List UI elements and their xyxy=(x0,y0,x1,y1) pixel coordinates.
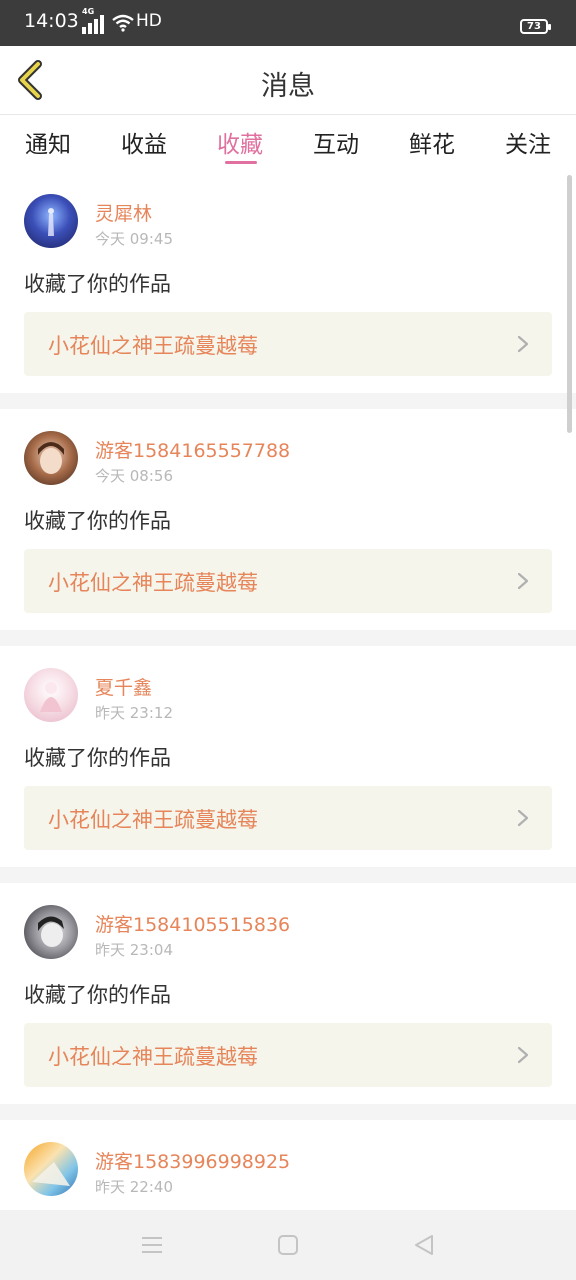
work-title: 小花仙之神王疏蔓越莓 xyxy=(48,1045,258,1069)
avatar[interactable] xyxy=(24,194,78,248)
battery-level: 73 xyxy=(527,21,541,32)
avatar[interactable] xyxy=(24,431,78,485)
action-text: 收藏了你的作品 xyxy=(24,746,171,770)
timestamp: 昨天 22:40 xyxy=(95,1178,173,1196)
list-item: 灵犀林 今天 09:45 收藏了你的作品 小花仙之神王疏蔓越莓 xyxy=(0,172,576,393)
chevron-right-icon xyxy=(517,1046,529,1064)
username[interactable]: 游客1583996998925 xyxy=(95,1147,290,1174)
list-item: 游客1584165557788 今天 08:56 收藏了你的作品 小花仙之神王疏… xyxy=(0,409,576,630)
tab-bar: 通知 收益 收藏 互动 鲜花 关注 xyxy=(0,115,576,172)
work-title: 小花仙之神王疏蔓越莓 xyxy=(48,334,258,358)
page-title: 消息 xyxy=(261,71,315,102)
scrollbar[interactable] xyxy=(567,175,572,433)
home-square-icon[interactable] xyxy=(274,1232,302,1258)
work-title: 小花仙之神王疏蔓越莓 xyxy=(48,571,258,595)
timestamp: 昨天 23:12 xyxy=(95,704,173,722)
action-text: 收藏了你的作品 xyxy=(24,272,171,296)
signal-icon xyxy=(82,14,106,34)
list-item: 游客1584105515836 昨天 23:04 收藏了你的作品 小花仙之神王疏… xyxy=(0,883,576,1104)
list-item: 夏千鑫 昨天 23:12 收藏了你的作品 小花仙之神王疏蔓越莓 xyxy=(0,646,576,867)
back-triangle-icon[interactable] xyxy=(410,1232,438,1258)
chevron-right-icon xyxy=(517,572,529,590)
status-time: 14:03 xyxy=(24,10,79,32)
hd-indicator: HD xyxy=(136,11,162,31)
work-link[interactable]: 小花仙之神王疏蔓越莓 xyxy=(24,549,552,613)
timestamp: 昨天 23:04 xyxy=(95,941,173,959)
chevron-right-icon xyxy=(517,809,529,827)
status-bar: 14:03 4G HD 73 xyxy=(0,0,576,46)
username[interactable]: 灵犀林 xyxy=(95,199,152,226)
action-text: 收藏了你的作品 xyxy=(24,509,171,533)
work-link[interactable]: 小花仙之神王疏蔓越莓 xyxy=(24,1023,552,1087)
avatar[interactable] xyxy=(24,905,78,959)
work-title: 小花仙之神王疏蔓越莓 xyxy=(48,808,258,832)
timestamp: 今天 08:56 xyxy=(95,467,173,485)
battery-icon: 73 xyxy=(520,19,551,34)
active-tab-indicator xyxy=(225,161,257,164)
tab-notification[interactable]: 通知 xyxy=(0,125,96,159)
username[interactable]: 游客1584165557788 xyxy=(95,436,290,463)
timestamp: 今天 09:45 xyxy=(95,230,173,248)
list-item: 游客1583996998925 昨天 22:40 xyxy=(0,1120,576,1210)
menu-icon[interactable] xyxy=(138,1232,166,1258)
username[interactable]: 游客1584105515836 xyxy=(95,910,290,937)
work-link[interactable]: 小花仙之神王疏蔓越莓 xyxy=(24,312,552,376)
wifi-icon xyxy=(112,14,134,32)
tab-interaction[interactable]: 互动 xyxy=(288,125,384,159)
tab-favorites[interactable]: 收藏 xyxy=(192,125,288,159)
tab-following[interactable]: 关注 xyxy=(480,125,576,159)
system-nav-bar xyxy=(0,1210,576,1280)
chevron-right-icon xyxy=(517,335,529,353)
message-list[interactable]: 灵犀林 今天 09:45 收藏了你的作品 小花仙之神王疏蔓越莓 游客158416… xyxy=(0,172,576,1210)
header: 消息 xyxy=(0,46,576,115)
tab-earnings[interactable]: 收益 xyxy=(96,125,192,159)
avatar[interactable] xyxy=(24,668,78,722)
work-link[interactable]: 小花仙之神王疏蔓越莓 xyxy=(24,786,552,850)
tab-flowers[interactable]: 鲜花 xyxy=(384,125,480,159)
action-text: 收藏了你的作品 xyxy=(24,983,171,1007)
username[interactable]: 夏千鑫 xyxy=(95,673,152,700)
avatar[interactable] xyxy=(24,1142,78,1196)
